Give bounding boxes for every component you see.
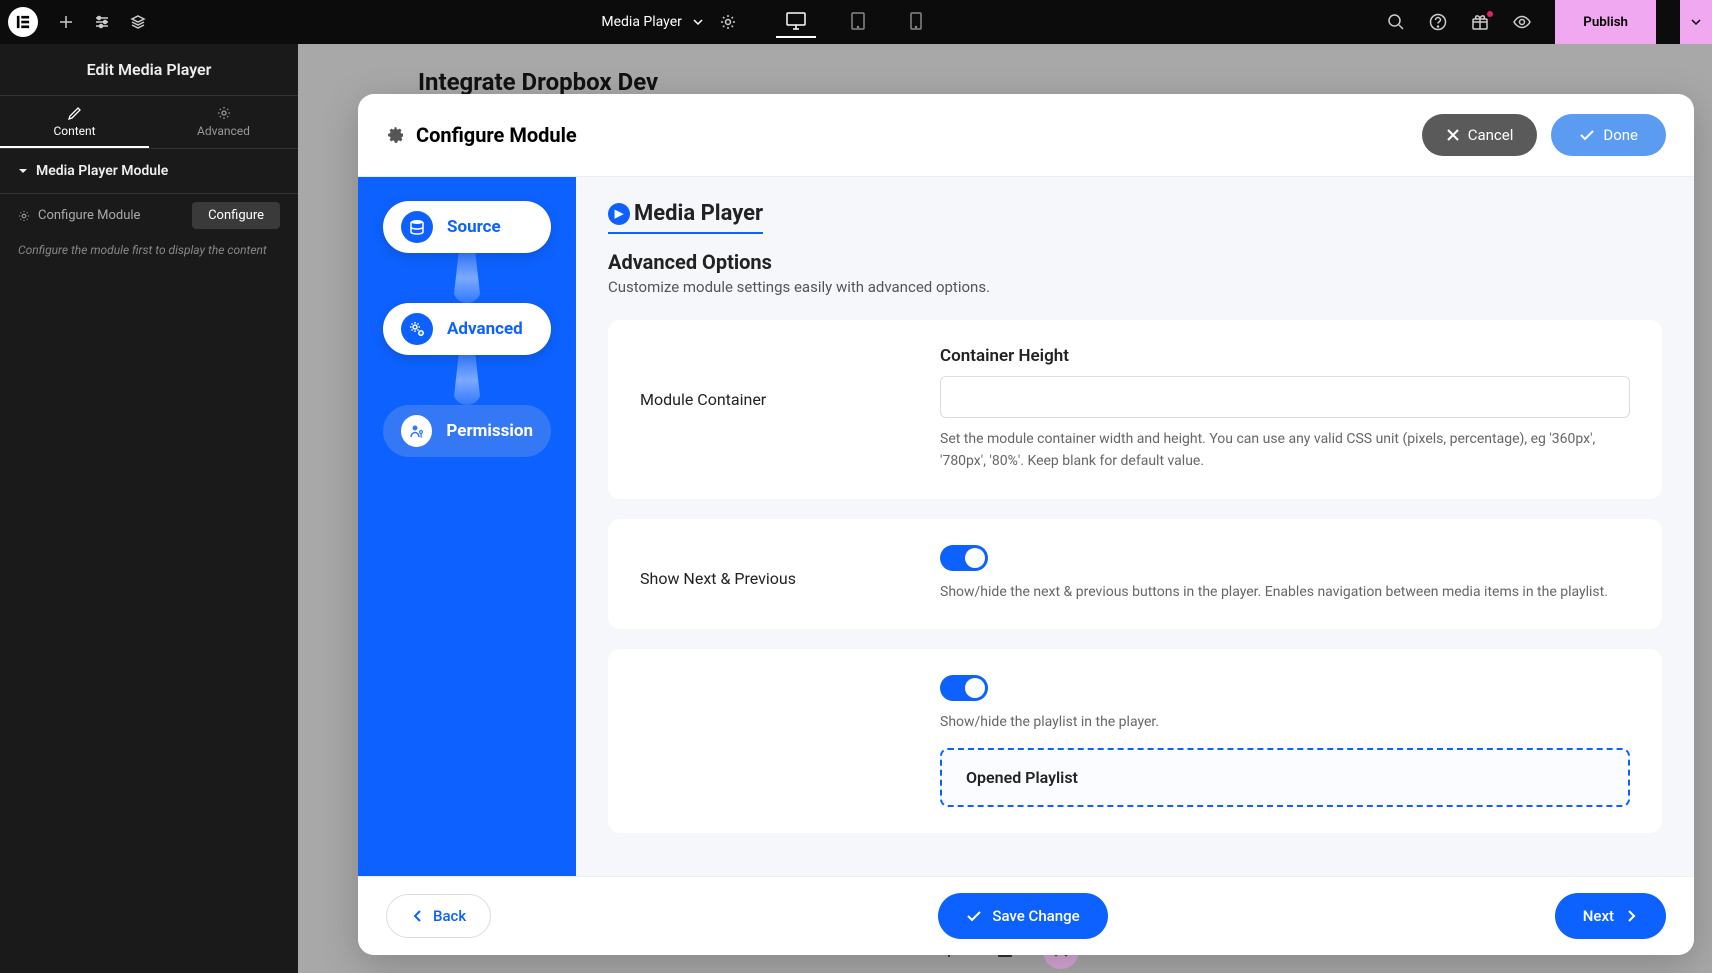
help-icon[interactable] bbox=[1429, 13, 1447, 31]
page-name: Media Player bbox=[601, 14, 682, 30]
done-button[interactable]: Done bbox=[1551, 114, 1666, 156]
page-heading: Integrate Dropbox Dev bbox=[418, 68, 658, 96]
settings-panel-icon[interactable] bbox=[94, 14, 110, 30]
configure-module-modal: Configure Module Cancel Done bbox=[358, 94, 1694, 955]
sidebar-title: Edit Media Player bbox=[0, 44, 298, 96]
gift-icon[interactable] bbox=[1471, 13, 1489, 31]
publish-button[interactable]: Publish bbox=[1555, 0, 1656, 44]
container-height-help: Set the module container width and heigh… bbox=[940, 428, 1630, 473]
setting-nextprev: Show Next & Previous Show/hide the next … bbox=[608, 519, 1662, 629]
setting-container: Module Container Container Height Set th… bbox=[608, 320, 1662, 499]
play-icon: ▶ bbox=[608, 203, 630, 225]
setting-label-playlist bbox=[640, 675, 900, 806]
setting-label-container: Module Container bbox=[640, 346, 900, 473]
elementor-logo[interactable] bbox=[8, 7, 38, 37]
database-icon bbox=[401, 211, 433, 243]
wizard-nav: Source Advanced Permission bbox=[358, 177, 576, 876]
app-topbar: Media Player Publish bbox=[0, 0, 1712, 44]
next-button[interactable]: Next bbox=[1555, 893, 1666, 939]
check-icon bbox=[966, 908, 982, 924]
opened-playlist-box: Opened Playlist bbox=[940, 748, 1630, 807]
cancel-button[interactable]: Cancel bbox=[1422, 114, 1538, 156]
playlist-toggle[interactable] bbox=[940, 675, 988, 701]
wizard-subtitle: Advanced Options bbox=[608, 250, 1662, 274]
setting-label-nextprev: Show Next & Previous bbox=[640, 545, 900, 603]
layers-icon[interactable] bbox=[130, 14, 146, 30]
editor-sidebar: Edit Media Player Content Advanced Media… bbox=[0, 44, 298, 973]
tablet-device-icon[interactable] bbox=[840, 6, 876, 38]
tab-advanced[interactable]: Advanced bbox=[149, 96, 298, 148]
opened-playlist-title: Opened Playlist bbox=[966, 768, 1604, 787]
add-icon[interactable] bbox=[58, 14, 74, 30]
setting-playlist: Show/hide the playlist in the player. Op… bbox=[608, 649, 1662, 832]
wizard-title: ▶ Media Player bbox=[608, 201, 763, 234]
module-hint: Configure the module first to display th… bbox=[0, 237, 298, 263]
chevron-down-icon bbox=[692, 16, 704, 28]
gear-icon bbox=[386, 125, 406, 145]
gear-icon bbox=[217, 106, 231, 120]
desktop-device-icon[interactable] bbox=[776, 6, 816, 38]
connector bbox=[453, 253, 481, 303]
connector bbox=[453, 355, 481, 405]
page-selector[interactable]: Media Player bbox=[601, 14, 704, 30]
configure-module-label: Configure Module bbox=[18, 208, 140, 223]
mobile-device-icon[interactable] bbox=[900, 6, 932, 38]
user-key-icon bbox=[401, 415, 432, 447]
page-settings-icon[interactable] bbox=[720, 14, 736, 30]
publish-dropdown[interactable] bbox=[1680, 0, 1712, 44]
save-change-button[interactable]: Save Change bbox=[938, 893, 1107, 939]
wizard-step-permission[interactable]: Permission bbox=[383, 405, 551, 457]
modal-title: Configure Module bbox=[386, 123, 577, 147]
chevron-left-icon bbox=[411, 909, 425, 923]
nextprev-toggle[interactable] bbox=[940, 545, 988, 571]
chevron-right-icon bbox=[1624, 909, 1638, 923]
close-icon bbox=[1446, 128, 1460, 142]
configure-button[interactable]: Configure bbox=[192, 202, 280, 229]
wizard-description: Customize module settings easily with ad… bbox=[608, 278, 1662, 296]
gear-small-icon bbox=[18, 210, 30, 222]
preview-icon[interactable] bbox=[1513, 13, 1531, 31]
canvas-area: Integrate Dropbox Dev Configure Module C… bbox=[298, 44, 1712, 973]
check-icon bbox=[1579, 127, 1595, 143]
wizard-step-source[interactable]: Source bbox=[383, 201, 551, 253]
caret-down-icon bbox=[18, 166, 28, 176]
pencil-icon bbox=[68, 106, 82, 120]
container-height-heading: Container Height bbox=[940, 346, 1630, 366]
search-icon[interactable] bbox=[1387, 13, 1405, 31]
playlist-help: Show/hide the playlist in the player. bbox=[940, 711, 1630, 733]
gear-plus-icon bbox=[401, 313, 433, 345]
back-button[interactable]: Back bbox=[386, 894, 491, 938]
container-height-input[interactable] bbox=[940, 376, 1630, 418]
wizard-step-advanced[interactable]: Advanced bbox=[383, 303, 551, 355]
module-section-header[interactable]: Media Player Module bbox=[0, 149, 298, 194]
wizard-content: ▶ Media Player Advanced Options Customiz… bbox=[576, 177, 1694, 876]
tab-content[interactable]: Content bbox=[0, 96, 149, 148]
nextprev-help: Show/hide the next & previous buttons in… bbox=[940, 581, 1630, 603]
